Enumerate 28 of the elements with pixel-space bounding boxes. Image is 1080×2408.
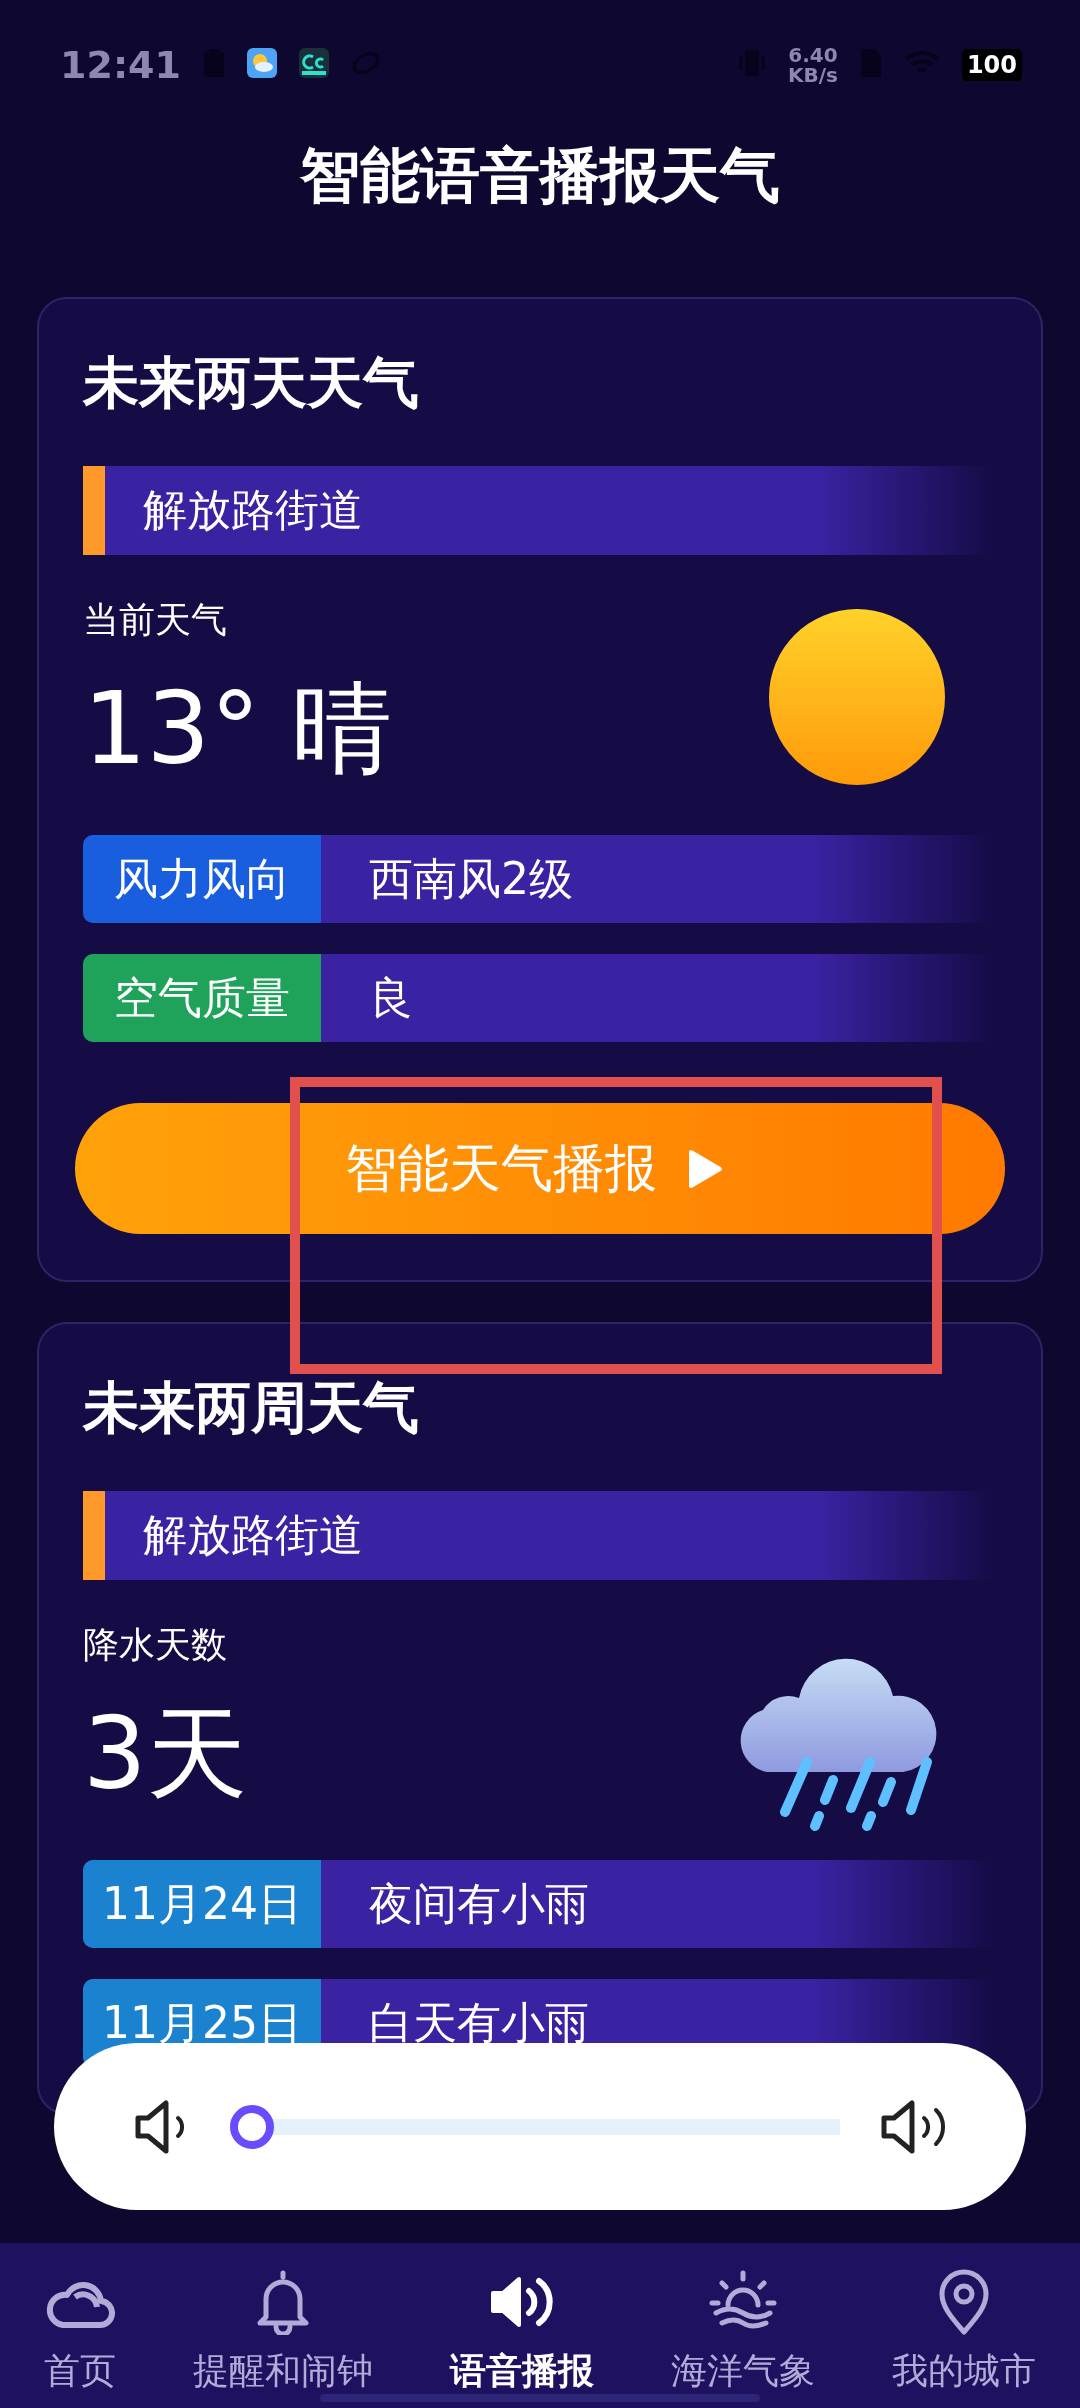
card-title: 未来两天天气 — [83, 349, 420, 417]
page-title: 智能语音播报天气 — [300, 139, 780, 212]
row-value: 白天有小雨 — [368, 1995, 589, 2050]
nav-tab[interactable]: 海洋气象 — [664, 2243, 821, 2408]
app-icon — [298, 48, 329, 78]
speed-unit: KB/s — [787, 65, 838, 85]
row-value: 夜间有小雨 — [368, 1876, 589, 1931]
row-label: 11月24日 — [83, 1860, 321, 1948]
metric-value: 13° 晴 — [83, 674, 393, 784]
weather-app-icon — [246, 48, 277, 78]
sun-icon — [767, 607, 947, 787]
row-value: 西南风2级 — [368, 851, 573, 906]
nav-tab[interactable]: 提醒和闹钟 — [187, 2243, 380, 2408]
metric-label: 降水天数 — [83, 1623, 228, 1667]
row-label: 风力风向 — [83, 835, 321, 923]
nav-tab[interactable]: 语音播报 — [444, 2243, 600, 2408]
metric-label: 当前天气 — [83, 598, 228, 642]
row-value: 良 — [368, 970, 413, 1025]
slider-thumb[interactable] — [230, 2104, 274, 2149]
nav-tab[interactable]: 首页 — [38, 2243, 123, 2408]
card-title: 未来两周天气 — [83, 1374, 420, 1442]
metric-value: 3天 — [83, 1699, 247, 1809]
clock-time: 12:41 — [60, 43, 181, 87]
play-icon — [687, 1148, 723, 1189]
network-speed: 6.40 — [788, 45, 838, 65]
nav-tab[interactable]: 我的城市 — [885, 2243, 1042, 2408]
battery-level: 100 — [961, 49, 1022, 81]
row-label: 空气质量 — [83, 954, 321, 1042]
